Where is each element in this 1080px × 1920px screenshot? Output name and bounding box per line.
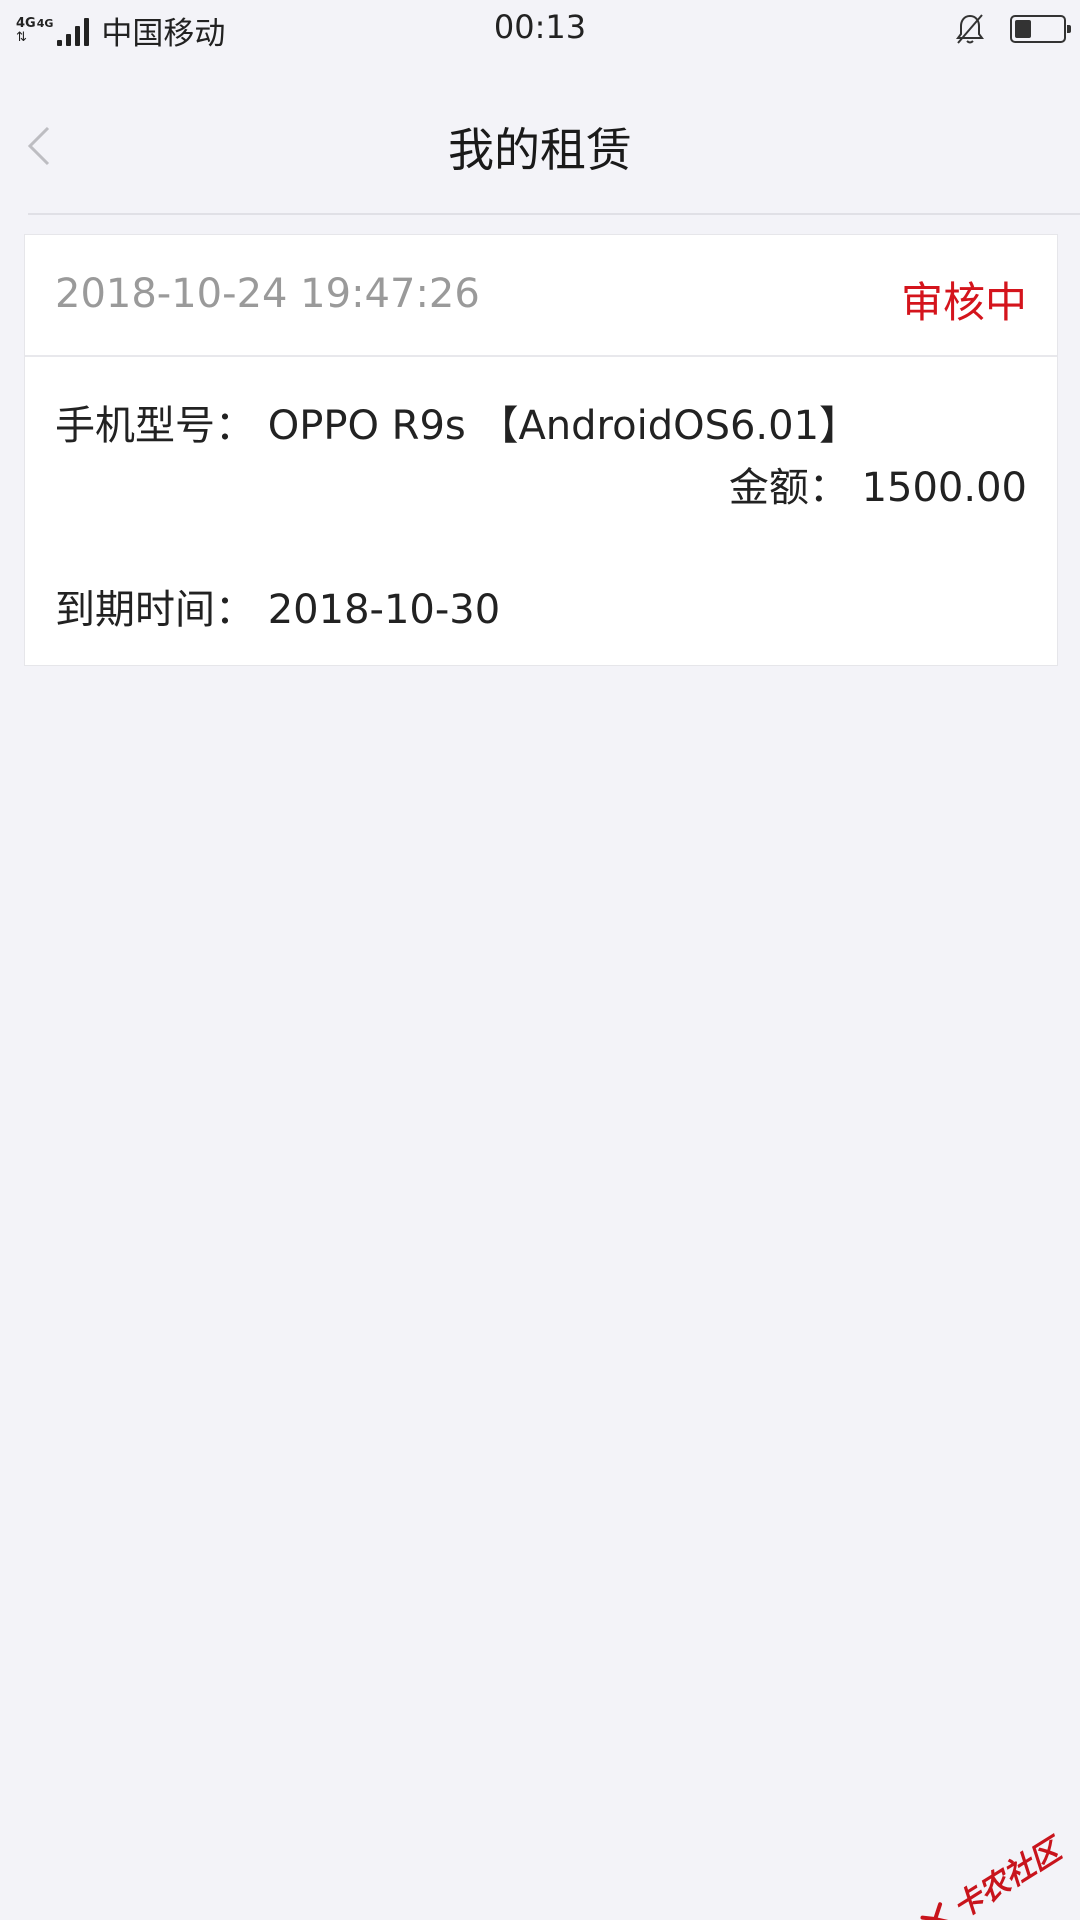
due-date-row: 到期时间： 2018-10-30 [55, 577, 500, 635]
amount-value: 1500.00 [861, 465, 1027, 511]
status-badge: 审核中 [900, 278, 1027, 327]
phone-model-row: 手机型号： OPPO R9s 【AndroidOS6.01】 [55, 393, 859, 451]
status-clock: 00:13 [493, 8, 587, 46]
page-title: 我的租赁 [448, 123, 632, 177]
card-header: 2018-10-24 19:47:26 审核中 [25, 235, 1057, 357]
amount-row: 金额： 1500.00 [729, 455, 1027, 513]
phone-model-label: 手机型号： [55, 403, 255, 449]
battery-icon [1010, 15, 1071, 43]
status-bar: 4G 4G ⇅ 中国移动 00:13 [0, 0, 1080, 58]
nav-divider [28, 213, 1080, 215]
amount-label: 金额： [728, 465, 849, 511]
watermark: 卡农社区 [912, 1826, 1068, 1920]
watermark-text: 卡农社区 [946, 1832, 1068, 1920]
status-right [954, 12, 1071, 46]
due-date-value: 2018-10-30 [267, 587, 501, 633]
rental-order-card[interactable]: 2018-10-24 19:47:26 审核中 手机型号： OPPO R9s 【… [24, 234, 1058, 666]
due-date-label: 到期时间： [55, 587, 255, 633]
phone-model-value: OPPO R9s 【AndroidOS6.01】 [267, 403, 860, 449]
nav-bar: 我的租赁 [0, 58, 1080, 215]
battery-level [1015, 20, 1032, 38]
mute-bell-icon [956, 14, 984, 44]
order-timestamp: 2018-10-24 19:47:26 [55, 271, 480, 317]
